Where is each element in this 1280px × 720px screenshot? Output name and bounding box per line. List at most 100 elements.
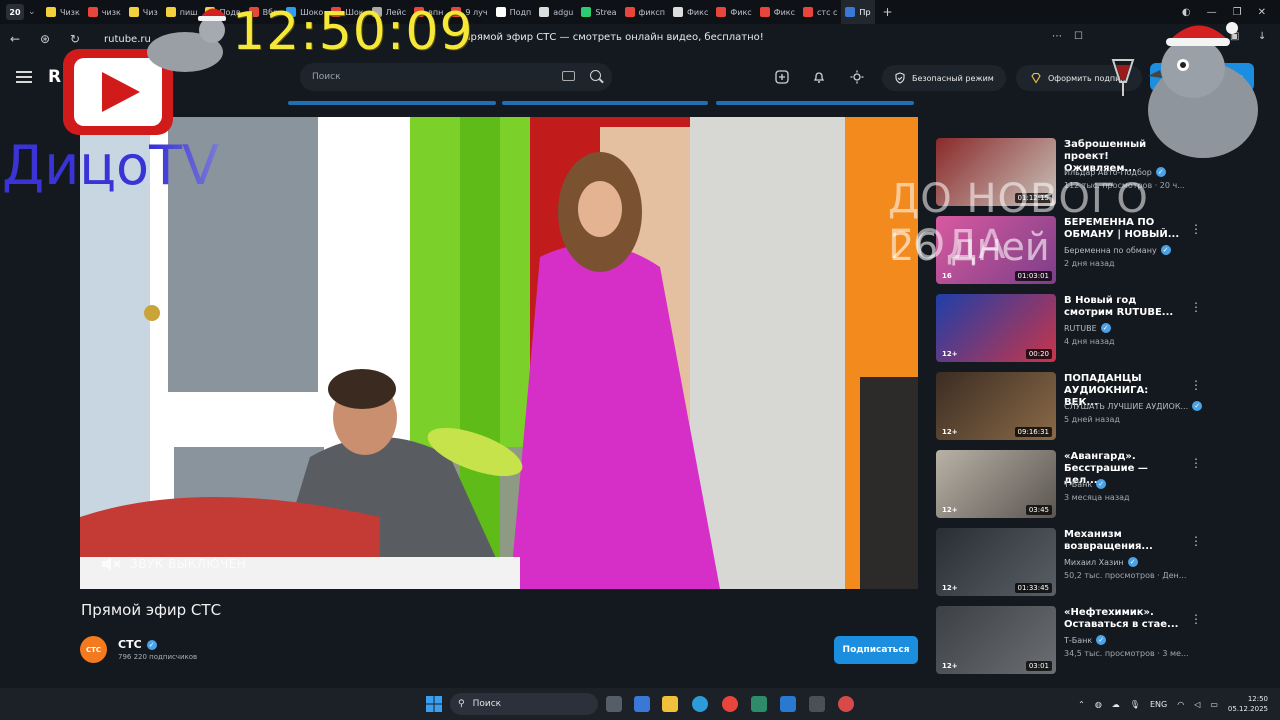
- battery-icon[interactable]: ▭: [1210, 700, 1218, 709]
- recommendation-card[interactable]: 12+ 01:33:45 Механизм возвращения... Михаил…: [936, 528, 1206, 598]
- age-rating-badge: 12+: [942, 506, 958, 514]
- recommendation-card[interactable]: 12+ 03:45 «Авангард». Бесстрашие — дел... Т…: [936, 450, 1206, 520]
- recommendation-thumbnail[interactable]: 12+ 03:45: [936, 450, 1056, 518]
- recommendation-meta: 5 дней назад: [1064, 415, 1120, 424]
- more-options-icon[interactable]: ⋮: [1190, 534, 1202, 548]
- tab-label: Фикс: [730, 7, 752, 17]
- browser-tab[interactable]: Подп: [492, 0, 536, 24]
- more-icon[interactable]: ⋯: [1052, 31, 1062, 42]
- onedrive-icon[interactable]: ☁: [1112, 700, 1120, 709]
- bookmark-icon[interactable]: ☐: [1074, 31, 1083, 42]
- speaker-muted-icon: [102, 557, 121, 571]
- recommendation-title[interactable]: В Новый год смотрим RUTUBE...: [1064, 295, 1180, 319]
- recommendation-thumbnail[interactable]: 12+ 00:20: [936, 294, 1056, 362]
- app-icon[interactable]: [838, 696, 854, 712]
- recommendation-thumbnail[interactable]: 12+ 09:16:31: [936, 372, 1056, 440]
- bell-icon[interactable]: [812, 70, 826, 84]
- browser-tab[interactable]: фиксп: [621, 0, 670, 24]
- recommendation-card[interactable]: 12+ 09:16:31 ПОПАДАНЦЫ АУДИОКНИГА: ВЕК... С…: [936, 372, 1206, 442]
- browser-tab[interactable]: adgu: [535, 0, 577, 24]
- windows-taskbar: ⚲ Поиск ⌃ ◍ ☁ 🎙 ENG ◠ ◁ ▭ 12:50 05.12.20…: [0, 688, 1280, 720]
- category-chip[interactable]: [716, 101, 914, 105]
- channel-avatar[interactable]: СТС: [80, 636, 107, 663]
- tab-label: Пр: [859, 7, 871, 17]
- keyboard-icon[interactable]: [562, 71, 575, 81]
- upload-icon[interactable]: [775, 70, 789, 84]
- edge-browser-icon[interactable]: [692, 696, 708, 712]
- category-chip[interactable]: [288, 101, 496, 105]
- recommendation-channel[interactable]: Т-Банк ✓: [1064, 479, 1107, 489]
- browser-tab[interactable]: Фикс: [712, 0, 755, 24]
- file-explorer-icon[interactable]: [662, 696, 678, 712]
- recommendation-card[interactable]: 12+ 00:20 В Новый год смотрим RUTUBE... RUT…: [936, 294, 1206, 364]
- verified-icon: ✓: [1100, 323, 1111, 333]
- volume-icon[interactable]: ◁: [1194, 700, 1200, 709]
- mute-indicator[interactable]: ЗВУК ВЫКЛЮЧЕН: [100, 555, 246, 573]
- duration-badge: 01:03:01: [1014, 271, 1052, 281]
- tab-favicon-icon: [87, 7, 98, 17]
- taskbar-date: 05.12.2025: [1227, 705, 1268, 713]
- docs-icon[interactable]: [780, 696, 796, 712]
- verified-icon: ✓: [1096, 635, 1107, 645]
- duration-badge: 01:33:45: [1014, 583, 1052, 593]
- search-icon[interactable]: [590, 70, 601, 81]
- recommendation-meta: 34,5 тыс. просмотров · 3 ме...: [1064, 649, 1189, 658]
- browser-tab[interactable]: Фикс: [669, 0, 712, 24]
- search-input[interactable]: [312, 69, 542, 85]
- safe-mode-button[interactable]: Безопасный режим: [882, 65, 1006, 91]
- browser-tab[interactable]: Фикс: [756, 0, 799, 24]
- recommendation-channel[interactable]: RUTUBE ✓: [1064, 323, 1111, 333]
- browser-tab[interactable]: Пр: [841, 0, 875, 24]
- show-hidden-icons-icon[interactable]: ⌃: [1078, 700, 1085, 709]
- wifi-icon[interactable]: ◠: [1177, 700, 1184, 709]
- more-options-icon[interactable]: ⋮: [1190, 612, 1202, 626]
- new-tab-button[interactable]: +: [883, 5, 893, 19]
- taskbar-clock[interactable]: 12:50 05.12.2025: [1228, 694, 1268, 714]
- tab-list-chevron-icon[interactable]: ⌄: [28, 7, 42, 17]
- recommendation-channel[interactable]: СЛУШАТЬ ЛУЧШИЕ АУДИОК... ✓: [1064, 401, 1203, 411]
- recommendation-card[interactable]: 12+ 03:01 «Нефтехимик». Оставаться в стае.…: [936, 606, 1206, 676]
- windows-start-icon[interactable]: [426, 696, 442, 712]
- more-options-icon[interactable]: ⋮: [1190, 300, 1202, 314]
- recommendation-channel-name: СЛУШАТЬ ЛУЧШИЕ АУДИОК...: [1064, 401, 1189, 411]
- page-title-bar[interactable]: Прямой эфир СТС — смотреть онлайн видео,…: [463, 32, 764, 43]
- pigeon-mascot-icon: [1111, 22, 1258, 158]
- subscribe-button[interactable]: Подписаться: [834, 636, 918, 664]
- tab-count-badge[interactable]: 20: [6, 4, 24, 20]
- duration-badge: 09:16:31: [1014, 427, 1052, 437]
- mic-icon[interactable]: 🎙: [1130, 700, 1140, 709]
- language-indicator[interactable]: ENG: [1150, 700, 1167, 709]
- mute-label: ЗВУК ВЫКЛЮЧЕН: [130, 557, 247, 571]
- task-view-icon[interactable]: [606, 696, 622, 712]
- recommendation-channel[interactable]: Т-Банк ✓: [1064, 635, 1107, 645]
- recommendation-thumbnail[interactable]: 12+ 03:01: [936, 606, 1056, 674]
- recommendation-meta: 3 месяца назад: [1064, 493, 1130, 502]
- store-icon[interactable]: [634, 696, 650, 712]
- vpn-app-icon[interactable]: [751, 696, 767, 712]
- browser-tab[interactable]: стс с: [799, 0, 841, 24]
- menu-icon[interactable]: [16, 71, 32, 83]
- taskbar-search[interactable]: ⚲ Поиск: [450, 693, 598, 715]
- recommendation-title[interactable]: Механизм возвращения...: [1064, 529, 1180, 553]
- recommendation-channel[interactable]: Михаил Хазин ✓: [1064, 557, 1138, 567]
- browser-tab[interactable]: чизк: [84, 0, 125, 24]
- more-options-icon[interactable]: ⋮: [1190, 456, 1202, 470]
- terminal-icon[interactable]: [809, 696, 825, 712]
- theme-sun-icon[interactable]: [850, 70, 864, 84]
- tab-favicon-icon: [759, 7, 770, 17]
- recommendation-title[interactable]: «Нефтехимик». Оставаться в стае...: [1064, 607, 1180, 631]
- more-options-icon[interactable]: ⋮: [1190, 378, 1202, 392]
- tab-label: стс с: [817, 7, 838, 17]
- yandex-browser-icon[interactable]: [722, 696, 738, 712]
- browser-tab[interactable]: Strea: [577, 0, 620, 24]
- santa-pigeon-sticker-icon: [147, 8, 226, 72]
- reload-icon[interactable]: ↻: [60, 32, 90, 46]
- recommendation-channel-name: RUTUBE: [1064, 323, 1097, 333]
- browser-tab[interactable]: Чизк: [42, 0, 84, 24]
- back-icon[interactable]: ←: [0, 32, 30, 46]
- category-chip[interactable]: [502, 101, 708, 105]
- channel-name[interactable]: СТС ✓: [118, 638, 157, 651]
- network-icon[interactable]: ◍: [1095, 700, 1102, 709]
- recommendation-thumbnail[interactable]: 12+ 01:33:45: [936, 528, 1056, 596]
- site-info-icon[interactable]: ⊛: [30, 32, 60, 46]
